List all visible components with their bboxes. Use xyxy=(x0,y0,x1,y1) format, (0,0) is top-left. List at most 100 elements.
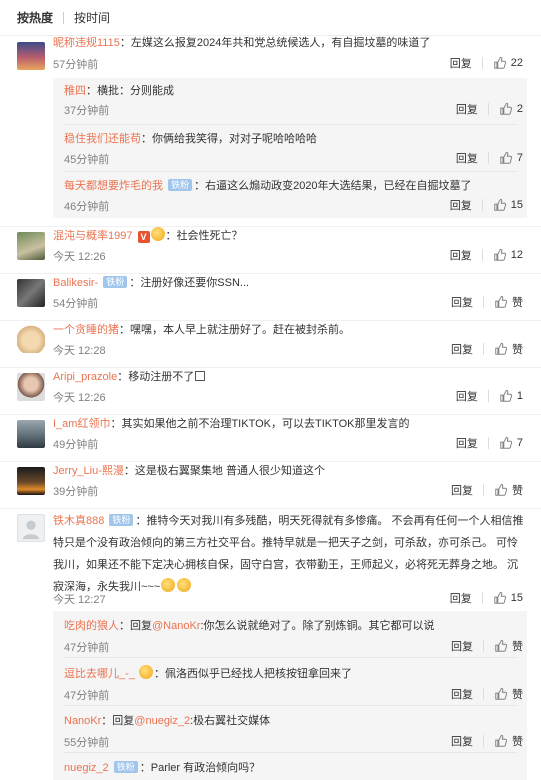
like-button[interactable]: 赞 xyxy=(494,294,523,310)
reply-username[interactable]: NanoKr xyxy=(64,715,101,727)
reply-button[interactable]: 回复 xyxy=(450,590,472,606)
thumbs-up-icon xyxy=(495,687,508,700)
fan-badge: 铁粉 xyxy=(113,761,138,773)
like-label: 赞 xyxy=(512,641,523,653)
like-label: 赞 xyxy=(512,297,523,309)
avatar[interactable] xyxy=(17,373,45,401)
reply-item: 逗比去哪儿_-_ ：佩洛西似乎已经找人把核按钮拿回来了 47分钟前 回复 赞 xyxy=(53,658,527,706)
comment-content: 注册好像还要你SSN... xyxy=(140,277,250,289)
like-button[interactable]: 赞 xyxy=(494,341,523,357)
avatar[interactable] xyxy=(17,467,45,495)
reply-button[interactable]: 回复 xyxy=(456,435,478,451)
emoji-icon xyxy=(177,578,192,592)
reply-list: 稚四：横批：分则能成 37分钟前 回复 2 稳住我们还能苟：你俩给我笑得，对对子… xyxy=(53,78,527,218)
reply-username[interactable]: 逗比去哪儿_-_ xyxy=(64,668,135,680)
reply-button[interactable]: 回复 xyxy=(456,150,478,166)
comment-content: 其实如果他之前不治理TIKTOK，可以去TIKTOK那里发言的 xyxy=(121,418,410,430)
like-button[interactable]: 15 xyxy=(493,198,523,212)
thumbs-up-icon xyxy=(495,295,508,308)
comment-username[interactable]: I_am红领巾 xyxy=(53,418,110,430)
comment-username[interactable]: Jerry_Liu-熙漫 xyxy=(53,465,124,477)
reply-content: 佩洛西似乎已经找人把核按钮拿回来了 xyxy=(164,668,352,680)
reply-username[interactable]: 稚四 xyxy=(64,85,86,97)
mention-link[interactable]: @NanoKr xyxy=(152,620,200,632)
like-button[interactable]: 2 xyxy=(499,102,523,116)
comment-username[interactable]: 昵称违规1115 xyxy=(53,37,120,49)
comment-username[interactable]: 铁木真888 xyxy=(53,515,104,527)
reply-button[interactable]: 回复 xyxy=(456,388,478,404)
emoji-icon xyxy=(161,578,176,592)
reply-button[interactable]: 回复 xyxy=(456,101,478,117)
thumbs-up-icon xyxy=(495,342,508,355)
like-label: 赞 xyxy=(512,344,523,356)
thumbs-up-icon xyxy=(495,483,508,496)
comment-time: 今天 12:26 xyxy=(53,251,106,263)
reply-button[interactable]: 回复 xyxy=(450,247,472,263)
comment-username[interactable]: Balikesir- xyxy=(53,277,98,289)
avatar[interactable] xyxy=(17,232,45,260)
like-button[interactable]: 1 xyxy=(499,389,523,403)
comment-actions: 回复 22 xyxy=(450,55,523,71)
reply-time: 45分钟前 xyxy=(64,154,110,166)
thumbs-up-icon xyxy=(494,248,506,261)
like-count: 22 xyxy=(510,57,523,69)
avatar[interactable] xyxy=(17,325,45,353)
comment-item: Jerry_Liu-熙漫：这是极右翼聚集地 普通人很少知道这个 39分钟前 回复… xyxy=(0,462,541,509)
comment-username[interactable]: Aripi_prazole xyxy=(53,371,117,383)
comment-time: 57分钟前 xyxy=(53,59,99,71)
comment-content: 左媒这么报复2024年共和党总统候选人，有自掘坟墓的味道了 xyxy=(130,37,431,49)
sort-by-hot-tab[interactable]: 按热度 xyxy=(17,9,53,26)
reply-username[interactable]: nuegiz_2 xyxy=(64,762,109,774)
comment-item: Balikesir- 铁粉 ：注册好像还要你SSN... 54分钟前 回复 赞 xyxy=(0,274,541,321)
reply-time: 46分钟前 xyxy=(64,201,110,213)
like-count: 1 xyxy=(516,390,523,402)
thumbs-up-icon xyxy=(500,389,512,402)
reply-content: :你怎么说就绝对了。除了别炼铜。其它都可以说 xyxy=(200,620,435,632)
reply-username[interactable]: 稳住我们还能苟 xyxy=(64,133,141,145)
avatar[interactable] xyxy=(17,42,45,70)
like-button[interactable]: 22 xyxy=(493,56,523,70)
reply-button[interactable]: 回复 xyxy=(450,55,472,71)
reply-username[interactable]: 吃肉的狼人 xyxy=(64,620,119,632)
mention-link[interactable]: @nuegiz_2 xyxy=(134,715,190,727)
thumbs-up-icon xyxy=(495,639,508,652)
like-button[interactable]: 赞 xyxy=(494,638,523,654)
reply-button[interactable]: 回复 xyxy=(451,686,473,702)
like-button[interactable]: 15 xyxy=(493,591,523,605)
sort-by-time-tab[interactable]: 按时间 xyxy=(74,9,110,26)
thumbs-up-icon xyxy=(500,151,512,164)
like-button[interactable]: 7 xyxy=(499,151,523,165)
like-count: 7 xyxy=(516,152,523,164)
like-button[interactable]: 7 xyxy=(499,436,523,450)
like-button[interactable]: 12 xyxy=(493,248,523,262)
avatar[interactable] xyxy=(17,514,45,542)
reply-time: 37分钟前 xyxy=(64,105,110,117)
like-button[interactable]: 赞 xyxy=(494,482,523,498)
reply-content: 右逼这么煽动政变2020年大选结果，已经在自掘坟墓了 xyxy=(205,180,472,192)
reply-button[interactable]: 回复 xyxy=(451,294,473,310)
reply-button[interactable]: 回复 xyxy=(451,638,473,654)
reply-content: Parler 有政治倾向吗？ xyxy=(150,762,261,774)
reply-item: 稚四：横批：分则能成 37分钟前 回复 2 xyxy=(53,78,527,125)
avatar[interactable] xyxy=(17,420,45,448)
like-button[interactable]: 赞 xyxy=(494,733,523,749)
like-button[interactable]: 赞 xyxy=(494,686,523,702)
comment-content: 社会性死亡？ xyxy=(176,230,243,242)
comment-item: Aripi_prazole：移动注册不了 今天 12:26 回复 1 xyxy=(0,368,541,415)
comment-time: 39分钟前 xyxy=(53,486,99,498)
comment-time: 49分钟前 xyxy=(53,439,99,451)
reply-button[interactable]: 回复 xyxy=(450,197,472,213)
comment-item: 混沌与概率1997 V ：社会性死亡？ 今天 12:26 回复 12 xyxy=(0,227,541,274)
comment-username[interactable]: 一个贪睡的猪 xyxy=(53,324,119,336)
sort-bar: 按热度 按时间 xyxy=(0,0,541,36)
reply-button[interactable]: 回复 xyxy=(451,733,473,749)
reply-time: 55分钟前 xyxy=(64,737,110,749)
like-label: 赞 xyxy=(512,689,523,701)
reply-username[interactable]: 每天都想要炸毛的我 xyxy=(64,180,163,192)
reply-button[interactable]: 回复 xyxy=(451,482,473,498)
reply-list: 吃肉的狼人：回复@NanoKr:你怎么说就绝对了。除了别炼铜。其它都可以说 47… xyxy=(53,611,527,780)
avatar[interactable] xyxy=(17,279,45,307)
comment-username[interactable]: 混沌与概率1997 xyxy=(53,230,132,242)
reply-button[interactable]: 回复 xyxy=(451,341,473,357)
like-count: 12 xyxy=(510,249,523,261)
